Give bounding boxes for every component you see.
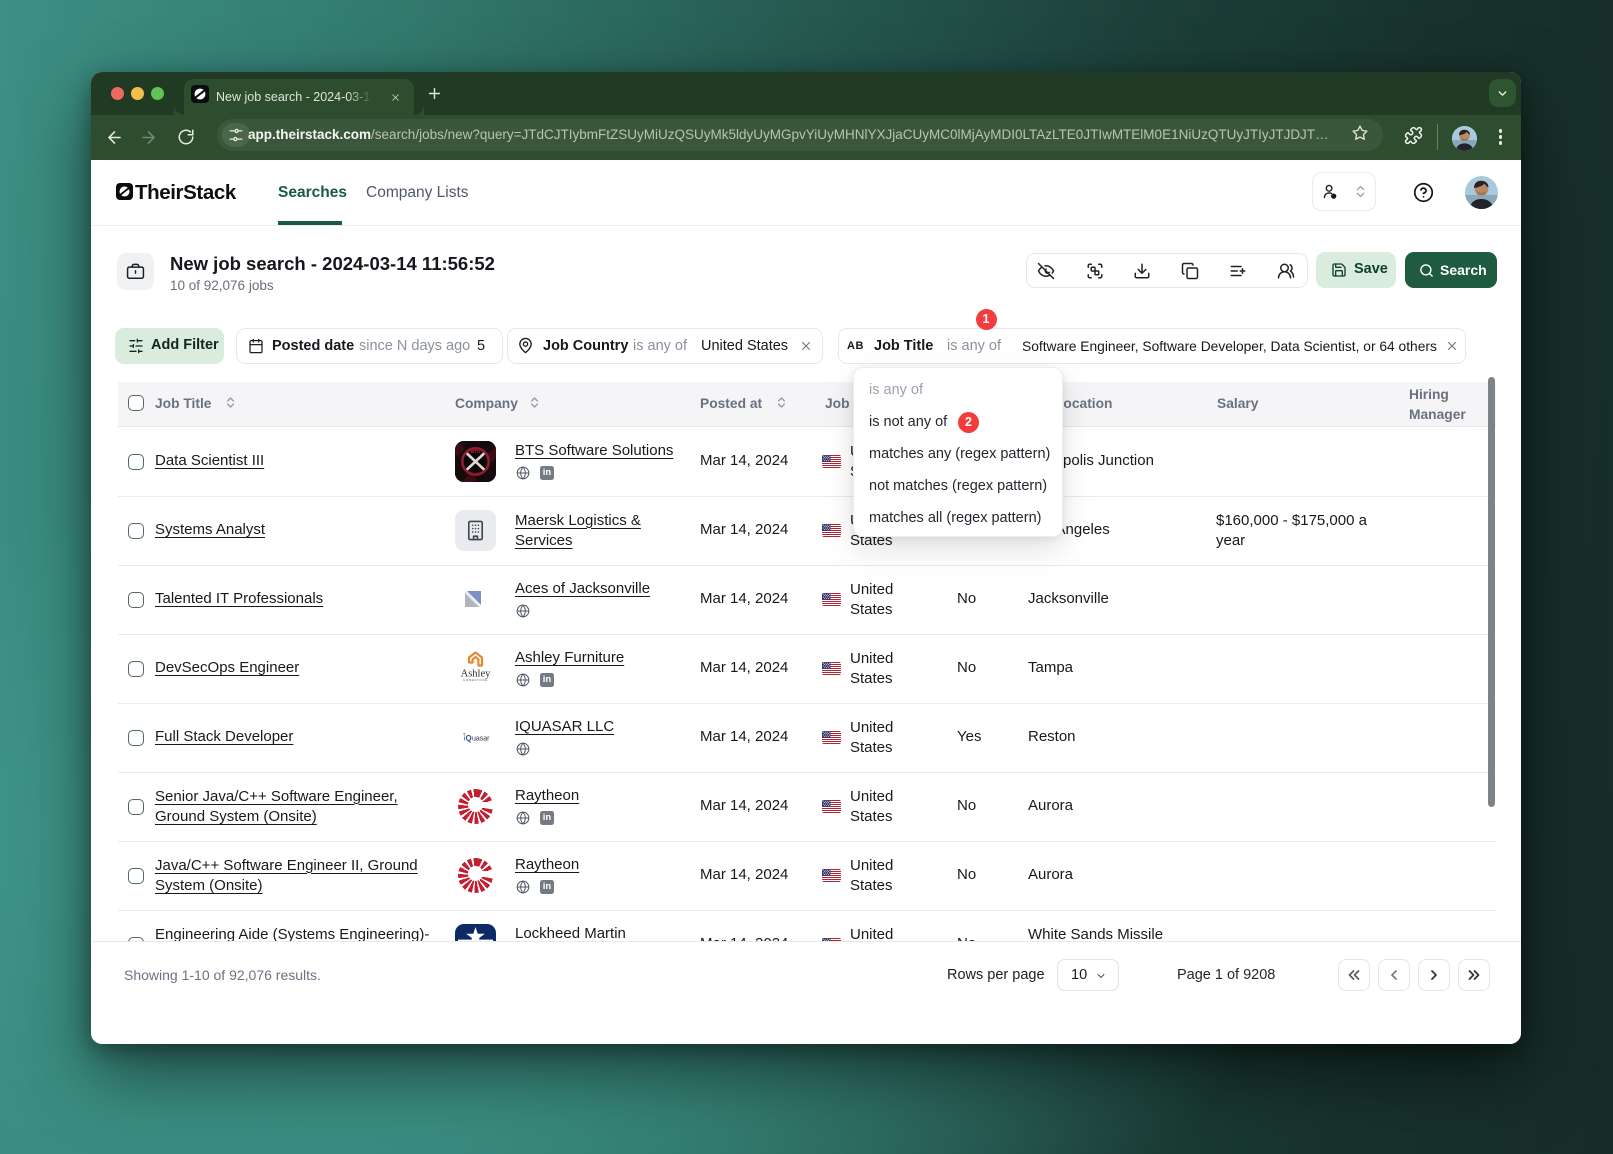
svg-text:2011-2024: 2011-2024: [468, 472, 483, 476]
svg-text:uasar: uasar: [472, 736, 490, 743]
svg-text:HOMESTORE: HOMESTORE: [463, 678, 488, 682]
svg-text:BTS: BTS: [471, 449, 480, 454]
svg-text:Q: Q: [466, 734, 472, 743]
